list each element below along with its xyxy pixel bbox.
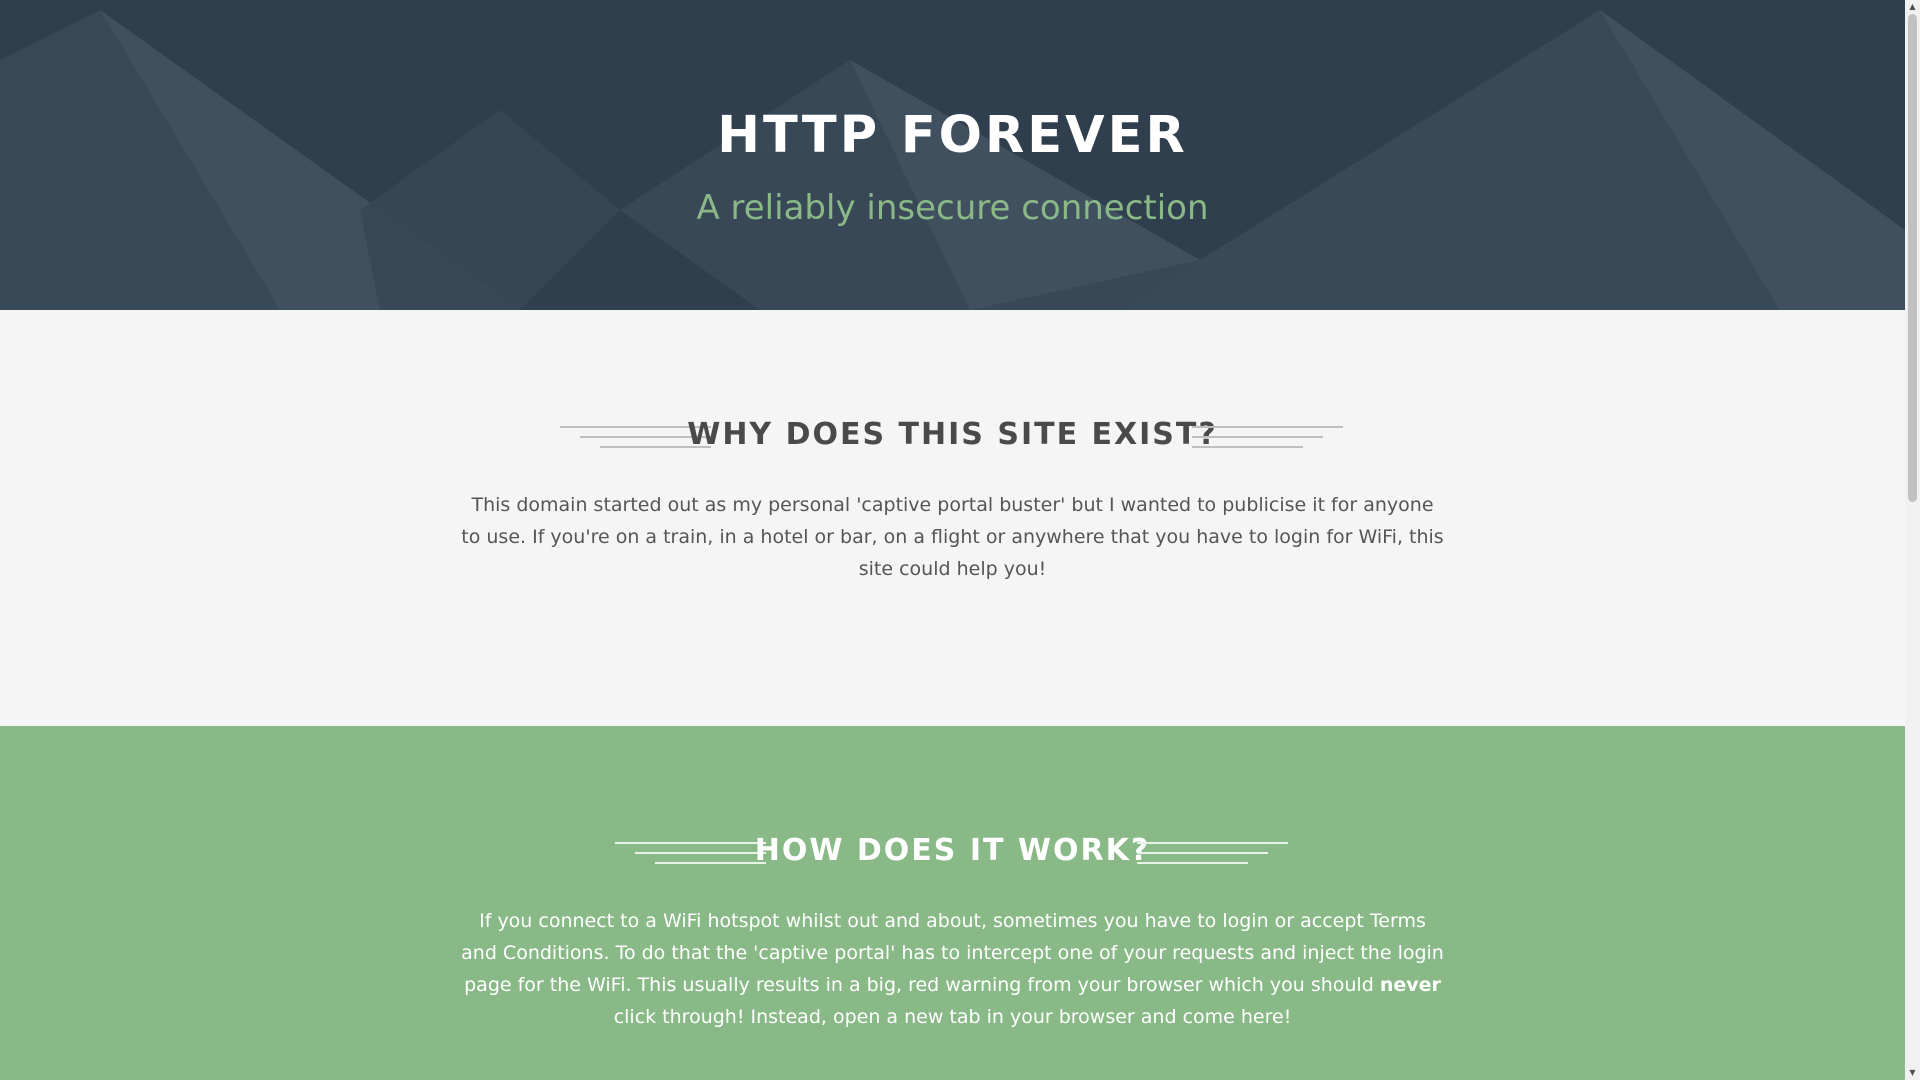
site-title: HTTP FOREVER [717,106,1188,165]
page: HTTP FOREVER A reliably insecure connect… [0,0,1905,1080]
heading-decoration-right-icon [1137,842,1288,864]
why-heading: WHY DOES THIS SITE EXIST? [687,417,1218,452]
arrow-down-icon[interactable]: ▼ [1908,1068,1917,1077]
scrollbar-thumb[interactable] [1908,14,1917,502]
how-body-text-part1: If you connect to a WiFi hotspot whilst … [461,910,1444,996]
how-body-text-part2: click through! Instead, open a new tab i… [613,1006,1292,1028]
why-body-text: This domain started out as my personal '… [461,494,1444,580]
how-heading: HOW DOES IT WORK? [754,833,1151,868]
how-body-text: If you connect to a WiFi hotspot whilst … [460,905,1445,1033]
vertical-scrollbar[interactable]: ▲ ▼ [1905,0,1920,1080]
how-body-emphasis: never [1379,974,1441,996]
hero-banner: HTTP FOREVER A reliably insecure connect… [0,0,1905,310]
heading-decoration-right-icon [1192,426,1343,448]
site-subtitle: A reliably insecure connection [696,188,1209,228]
arrow-up-icon[interactable]: ▲ [1908,2,1917,11]
